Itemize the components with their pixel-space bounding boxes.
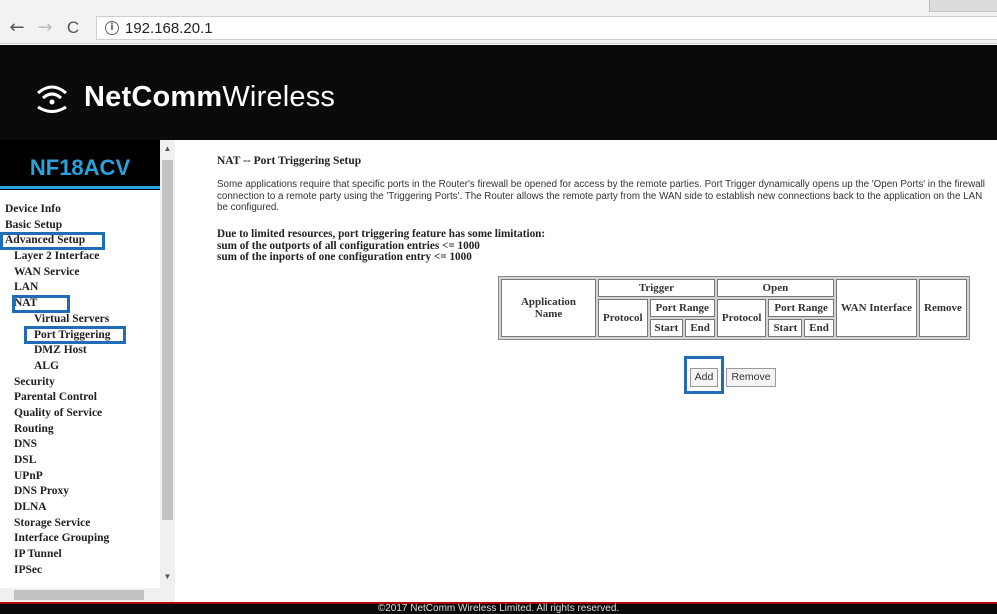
forward-arrow-icon[interactable]: → <box>34 17 56 39</box>
col-trigger-start: Start <box>649 319 684 337</box>
sidebar: NF18ACV Device Info Basic Setup Advanced… <box>0 140 175 602</box>
sidebar-item-ipsec[interactable]: IPSec <box>0 563 160 579</box>
reload-icon[interactable]: C <box>62 17 84 39</box>
brand-logo: NetCommWireless <box>84 81 336 113</box>
col-application-name: Application Name <box>501 279 596 337</box>
sidebar-scrollbar[interactable]: ▲ ▼ <box>160 140 175 602</box>
browser-tab[interactable] <box>0 0 930 12</box>
limitation-notice: Due to limited resources, port triggerin… <box>217 228 546 264</box>
sidebar-item-alg[interactable]: ALG <box>0 359 160 375</box>
url-input[interactable]: i 192.168.20.1 <box>96 16 997 40</box>
page-title: NAT -- Port Triggering Setup <box>217 155 362 167</box>
desc-line: connection to a remote party using the '… <box>217 190 983 202</box>
port-trigger-table: Application Name Trigger Open WAN Interf… <box>498 276 970 340</box>
page-description: Some applications require that specific … <box>217 179 997 214</box>
desc-line: Some applications require that specific … <box>217 179 985 190</box>
col-remove: Remove <box>919 279 967 337</box>
scroll-up-icon[interactable]: ▲ <box>160 142 175 156</box>
col-open-start: Start <box>768 319 803 337</box>
model-name: NF18ACV <box>29 155 131 180</box>
hscroll-thumb[interactable] <box>14 590 144 600</box>
sidebar-item-parental-control[interactable]: Parental Control <box>0 390 160 406</box>
model-banner: NF18ACV <box>0 140 160 190</box>
sidebar-item-storage-service[interactable]: Storage Service <box>0 516 160 532</box>
address-bar: ← → C i 192.168.20.1 <box>0 12 997 44</box>
desc-line: be configured. <box>217 202 280 214</box>
sidebar-hscrollbar[interactable] <box>0 588 160 602</box>
limit-line: Due to limited resources, port triggerin… <box>217 228 546 240</box>
col-trigger: Trigger <box>598 279 715 297</box>
sidebar-item-quality-of-service[interactable]: Quality of Service <box>0 406 160 422</box>
col-trigger-protocol: Protocol <box>598 299 648 337</box>
sidebar-item-routing[interactable]: Routing <box>0 422 160 438</box>
url-text: 192.168.20.1 <box>125 20 213 37</box>
model-underline <box>0 186 160 189</box>
main-content: NAT -- Port Triggering Setup Some applic… <box>217 155 997 263</box>
sidebar-item-dns[interactable]: DNS <box>0 437 160 453</box>
col-open-end: End <box>804 319 834 337</box>
limit-line: sum of the inports of one configuration … <box>217 251 472 263</box>
col-open-port-range: Port Range <box>768 299 834 317</box>
col-trigger-end: End <box>685 319 715 337</box>
sidebar-item-layer2-interface[interactable]: Layer 2 Interface <box>0 249 160 265</box>
sidebar-item-security[interactable]: Security <box>0 375 160 391</box>
highlight-advanced-setup <box>0 232 105 250</box>
browser-tab-strip <box>0 0 997 12</box>
highlight-nat <box>12 295 70 313</box>
highlight-port-triggering <box>24 326 126 344</box>
add-button[interactable]: Add <box>690 368 718 387</box>
col-trigger-port-range: Port Range <box>649 299 715 317</box>
wifi-logo-icon <box>37 85 67 113</box>
info-icon[interactable]: i <box>105 21 119 35</box>
col-wan-interface: WAN Interface <box>835 279 918 337</box>
sidebar-item-lan[interactable]: LAN <box>0 280 160 296</box>
copyright-text: ©2017 NetComm Wireless Limited. All righ… <box>377 603 620 614</box>
page-footer: ©2017 NetComm Wireless Limited. All righ… <box>0 602 997 614</box>
sidebar-item-upnp[interactable]: UPnP <box>0 469 160 485</box>
sidebar-item-dns-proxy[interactable]: DNS Proxy <box>0 484 160 500</box>
site-header: NetCommWireless <box>0 45 997 140</box>
col-open: Open <box>716 279 834 297</box>
sidebar-item-dsl[interactable]: DSL <box>0 453 160 469</box>
col-open-protocol: Protocol <box>716 299 767 337</box>
sidebar-item-device-info[interactable]: Device Info <box>0 202 160 218</box>
sidebar-item-interface-grouping[interactable]: Interface Grouping <box>0 531 160 547</box>
sidebar-item-wan-service[interactable]: WAN Service <box>0 265 160 281</box>
sidebar-item-dmz-host[interactable]: DMZ Host <box>0 343 160 359</box>
remove-button[interactable]: Remove <box>726 368 776 387</box>
sidebar-item-dlna[interactable]: DLNA <box>0 500 160 516</box>
sidebar-item-ip-tunnel[interactable]: IP Tunnel <box>0 547 160 563</box>
scroll-down-icon[interactable]: ▼ <box>160 570 175 584</box>
back-arrow-icon[interactable]: ← <box>6 17 28 39</box>
scroll-thumb[interactable] <box>162 160 173 520</box>
sidebar-menu: Device Info Basic Setup Advanced Setup L… <box>0 202 160 579</box>
